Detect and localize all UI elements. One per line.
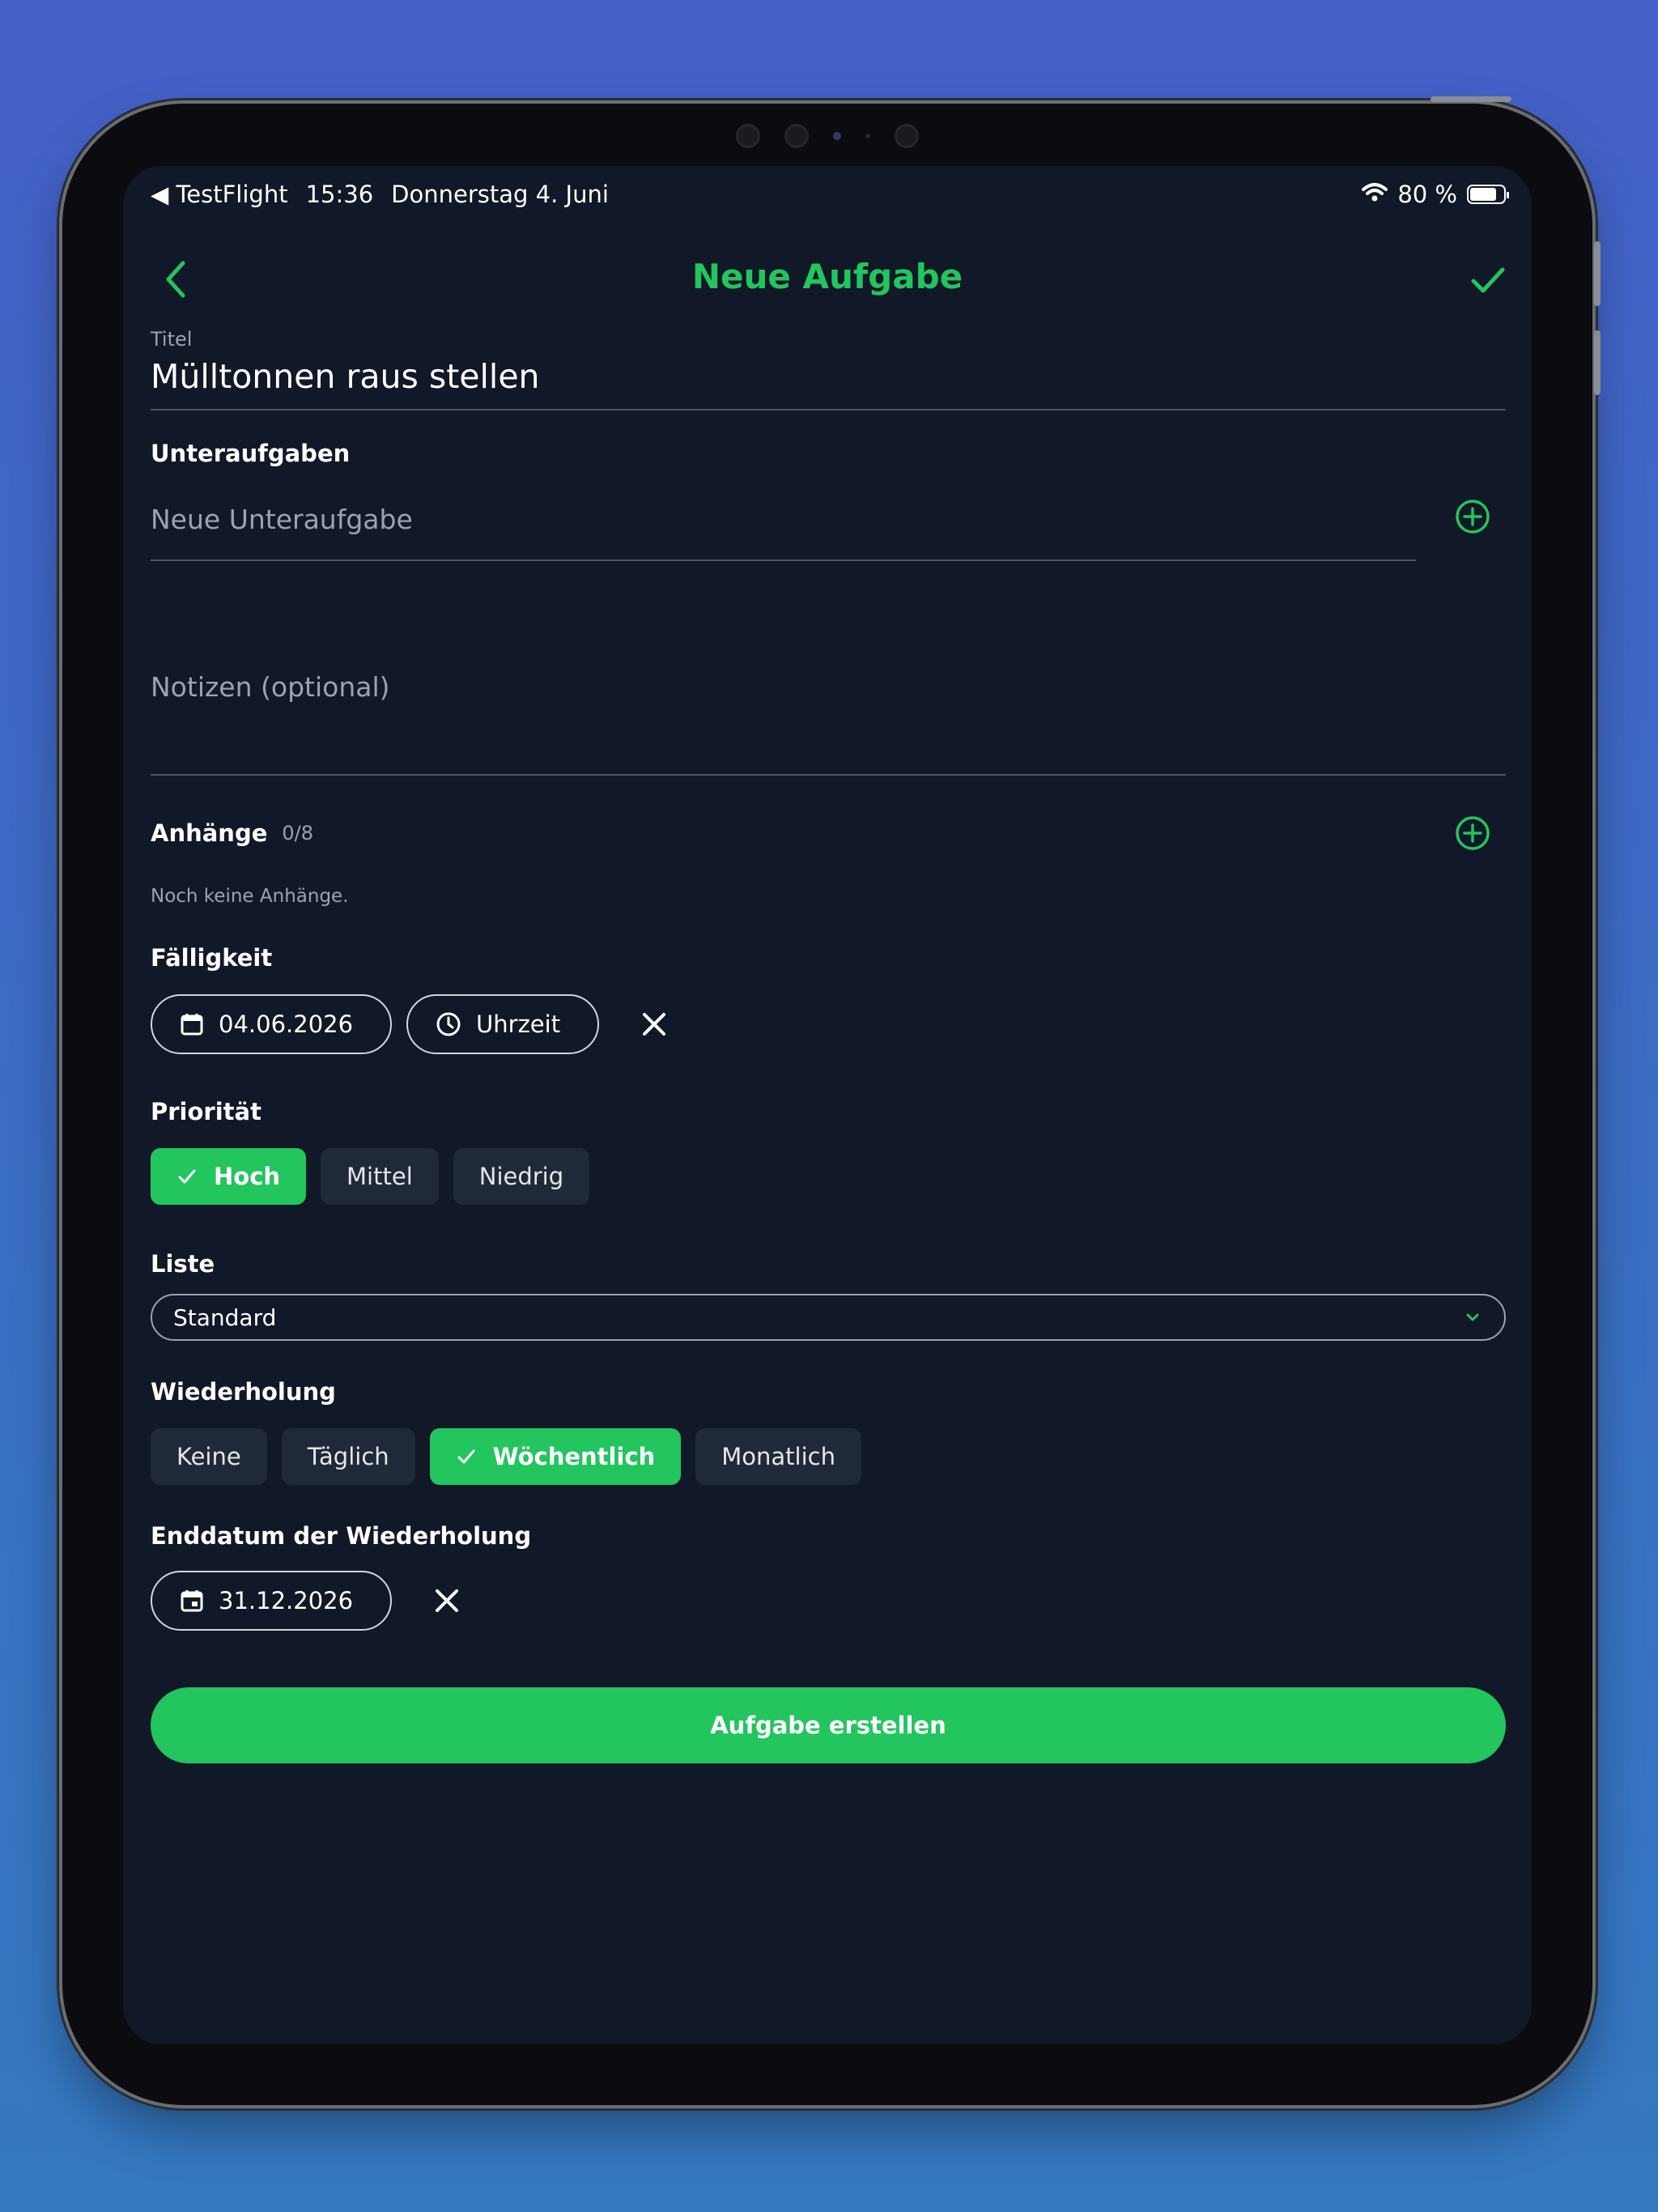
due-label: Fälligkeit (151, 944, 273, 972)
battery-icon (1467, 185, 1509, 204)
subtask-input[interactable]: Neue Unteraufgabe (151, 504, 1416, 561)
sensor-dot (736, 124, 760, 148)
clock-icon (436, 1012, 461, 1036)
sensor-dot (784, 124, 809, 148)
repeat-weekly-chip[interactable]: Wöchentlich (429, 1428, 682, 1485)
plus-circle-icon (1456, 500, 1490, 534)
due-date-button[interactable]: 04.06.2026 (151, 994, 393, 1054)
plus-circle-icon (1456, 816, 1490, 850)
repeat-end-row: 31.12.2026 (151, 1571, 1506, 1631)
checkmark-icon (1471, 267, 1505, 293)
priority-low-chip[interactable]: Niedrig (453, 1148, 590, 1205)
status-date: Donnerstag 4. Juni (391, 181, 609, 208)
title-field[interactable]: Titel Mülltonnen raus stellen (151, 328, 1506, 410)
page-title: Neue Aufgabe (691, 257, 963, 296)
add-subtask-button[interactable] (1452, 496, 1493, 537)
close-icon (643, 1013, 666, 1036)
wifi-icon (1362, 181, 1388, 208)
top-button (1431, 96, 1511, 102)
repeat-option-label: Monatlich (721, 1443, 835, 1470)
due-time-value: Uhrzeit (476, 1010, 561, 1038)
checkmark-icon (457, 1449, 475, 1464)
repeat-monthly-chip[interactable]: Monatlich (695, 1428, 861, 1485)
clear-repeat-end-button[interactable] (431, 1585, 463, 1617)
clear-due-button[interactable] (638, 1008, 670, 1040)
repeat-option-label: Keine (176, 1443, 241, 1470)
back-to-app-link[interactable]: ◀ TestFlight (151, 181, 288, 208)
nav-bar: Neue Aufgabe (123, 239, 1532, 320)
app-screen: ◀ TestFlight 15:36 Donnerstag 4. Juni 80… (123, 166, 1532, 2044)
repeat-option-label: Wöchentlich (492, 1443, 656, 1470)
due-date-value: 04.06.2026 (219, 1010, 354, 1038)
repeat-option-label: Täglich (307, 1443, 389, 1470)
repeat-label: Wiederholung (151, 1378, 336, 1406)
ipad-frame: ◀ TestFlight 15:36 Donnerstag 4. Juni 80… (62, 96, 1601, 2105)
attachments-label: Anhänge (151, 819, 268, 847)
front-camera (833, 132, 841, 140)
attachments-empty-hint: Noch keine Anhänge. (151, 886, 349, 907)
sensor-dot (895, 124, 919, 148)
repeat-end-date-button[interactable]: 31.12.2026 (151, 1571, 393, 1631)
title-label: Titel (151, 328, 193, 351)
repeat-daily-chip[interactable]: Täglich (281, 1428, 415, 1485)
priority-label: Priorität (151, 1098, 261, 1125)
priority-option-label: Mittel (346, 1163, 413, 1190)
notes-input[interactable]: Notizen (optional) (151, 671, 1506, 776)
repeat-none-chip[interactable]: Keine (151, 1428, 267, 1485)
volume-up-button (1594, 330, 1601, 395)
add-attachment-button[interactable] (1452, 813, 1493, 853)
battery-level (1470, 188, 1496, 201)
list-select[interactable]: Standard (151, 1294, 1506, 1341)
chevron-down-icon (1466, 1313, 1479, 1321)
battery-percent: 80 % (1397, 181, 1457, 208)
title-input[interactable]: Mülltonnen raus stellen (151, 357, 1506, 410)
checkmark-icon (178, 1169, 196, 1184)
create-task-button[interactable]: Aufgabe erstellen (151, 1687, 1506, 1763)
list-label: Liste (151, 1250, 215, 1278)
calendar-icon (181, 1014, 203, 1036)
priority-options: Hoch Mittel Niedrig (151, 1148, 1506, 1205)
task-form: Titel Mülltonnen raus stellen Unteraufga… (151, 328, 1506, 1763)
camera-bar (62, 120, 1592, 152)
power-button (1594, 241, 1601, 306)
attachments-count: 0/8 (282, 822, 314, 844)
subtasks-label: Unteraufgaben (151, 440, 351, 467)
sensor-dot (865, 134, 870, 138)
subtask-row: Neue Unteraufgabe (151, 496, 1506, 561)
save-button[interactable] (1464, 255, 1512, 304)
priority-medium-chip[interactable]: Mittel (321, 1148, 439, 1205)
create-task-label: Aufgabe erstellen (710, 1712, 946, 1739)
list-select-value: Standard (173, 1304, 277, 1331)
priority-option-label: Niedrig (478, 1163, 564, 1190)
status-time: 15:36 (305, 181, 374, 208)
repeat-end-date-value: 31.12.2026 (219, 1587, 354, 1614)
due-time-button[interactable]: Uhrzeit (406, 994, 600, 1054)
due-row: 04.06.2026 Uhrzeit (151, 994, 1506, 1054)
priority-high-chip[interactable]: Hoch (151, 1148, 307, 1205)
close-icon (436, 1589, 459, 1612)
status-bar: ◀ TestFlight 15:36 Donnerstag 4. Juni 80… (123, 166, 1532, 231)
repeat-end-label: Enddatum der Wiederholung (151, 1522, 532, 1550)
repeat-options: Keine Täglich Wöchentlich Monatlich (151, 1428, 1506, 1485)
priority-option-label: Hoch (214, 1163, 281, 1190)
attachments-header: Anhänge 0/8 (151, 813, 1506, 853)
calendar-icon (181, 1590, 203, 1612)
